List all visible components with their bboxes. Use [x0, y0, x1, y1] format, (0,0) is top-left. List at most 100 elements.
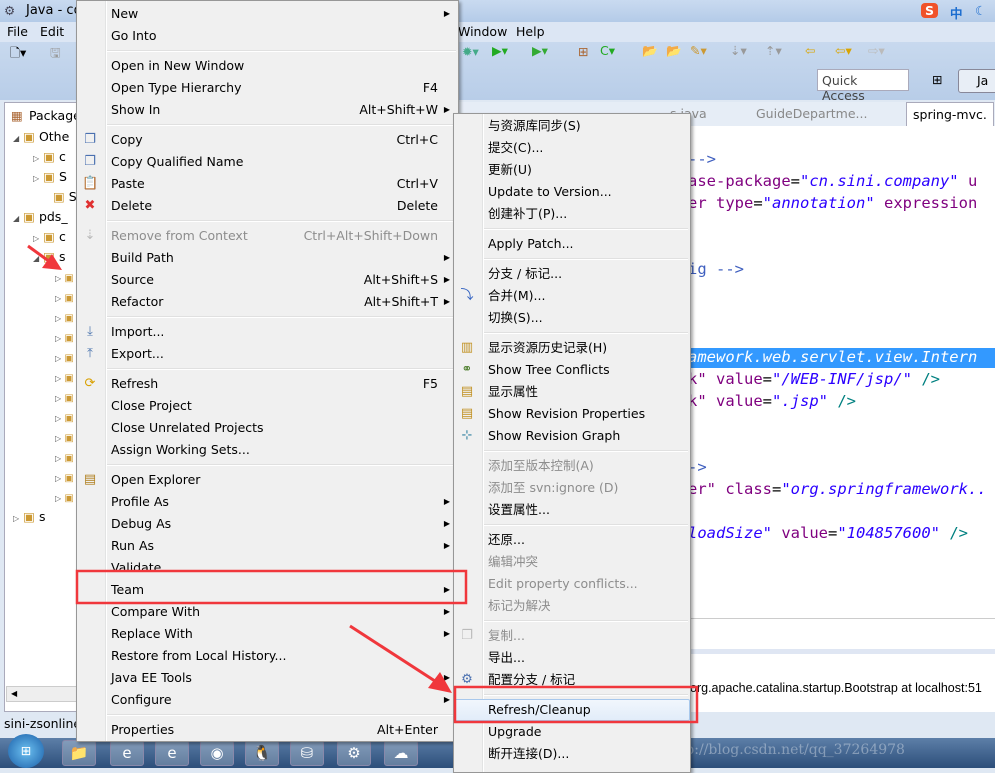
menu-item-item-8[interactable]: 分支 / 标记... — [454, 263, 690, 285]
menu-item-item-28[interactable]: 导出... — [454, 647, 690, 669]
run-icon[interactable]: ▶▾ — [492, 43, 508, 58]
sogou-ime-icon[interactable]: S — [921, 3, 939, 18]
tree-child-node[interactable]: ▷ ▣ — [55, 313, 74, 324]
expand-icon[interactable]: ◢ — [13, 134, 19, 143]
menu-item-item-14[interactable]: ▤ 显示属性 — [454, 381, 690, 403]
new-package-icon[interactable]: ⊞ — [578, 44, 588, 59]
tree-child-node[interactable]: ▷ ▣ — [55, 353, 74, 364]
menu-item-copy[interactable]: ❐ Copy Ctrl+C — [77, 129, 458, 151]
menu-item-item-22[interactable]: 还原... — [454, 529, 690, 551]
menu-item-s[interactable]: 与资源库同步(S) — [454, 115, 690, 137]
menu-item-open-in-new-window[interactable]: Open in New Window — [77, 55, 458, 77]
menu-item-properties[interactable]: Properties Alt+Enter — [77, 719, 458, 741]
menu-item-run-as[interactable]: Run As ▶ — [77, 535, 458, 557]
menu-item-new[interactable]: New ▶ — [77, 3, 458, 25]
expand-icon[interactable]: ▷ — [33, 154, 39, 163]
new-icon[interactable]: 🗋▾ — [10, 44, 26, 65]
taskbar-cloud[interactable]: ☁ — [384, 740, 418, 766]
menu-item-debug-as[interactable]: Debug As ▶ — [77, 513, 458, 535]
save-icon[interactable]: 🖫 — [50, 44, 61, 65]
menu-item-show-revision-graph[interactable]: ⊹ Show Revision Graph — [454, 425, 690, 447]
last-edit-icon[interactable]: ⇦ — [805, 43, 815, 58]
tab-guide-department[interactable]: GuideDepartme... — [756, 106, 867, 121]
tree-item[interactable]: ◢ ▣ s — [33, 249, 65, 264]
taskbar-eclipse[interactable]: ◉ — [200, 740, 234, 766]
menu-item-restore-from-local-history[interactable]: Restore from Local History... — [77, 645, 458, 667]
menu-item-p[interactable]: 创建补丁(P)... — [454, 203, 690, 225]
menu-item-profile-as[interactable]: Profile As ▶ — [77, 491, 458, 513]
menu-item-upgrade[interactable]: Upgrade — [454, 721, 690, 743]
menu-item-team[interactable]: Team ▶ — [77, 579, 458, 601]
menu-item-a[interactable]: 添加至版本控制(A) — [454, 455, 690, 477]
menu-item-m[interactable]: ⤵ 合并(M)... — [454, 285, 690, 307]
menu-item-c[interactable]: 提交(C)... — [454, 137, 690, 159]
menu-item-compare-with[interactable]: Compare With ▶ — [77, 601, 458, 623]
search-icon[interactable]: ✎▾ — [690, 43, 707, 58]
expand-icon[interactable]: ▷ — [33, 174, 39, 183]
menu-item-open-type-hierarchy[interactable]: Open Type Hierarchy F4 — [77, 77, 458, 99]
quick-access-input[interactable]: Quick Access — [817, 69, 909, 103]
menu-item-source[interactable]: Source Alt+Shift+S ▶ — [77, 269, 458, 291]
menu-item-item-25[interactable]: 标记为解决 — [454, 595, 690, 617]
tree-child-node[interactable]: ▷ ▣ — [55, 493, 74, 504]
tree-item[interactable]: ▷ ▣ c — [33, 149, 66, 164]
menu-file[interactable]: File — [7, 24, 28, 39]
prev-annotation-icon[interactable]: ⇡▾ — [765, 43, 782, 58]
tree-child-node[interactable]: ▷ ▣ — [55, 293, 74, 304]
tree-item[interactable]: ▷ ▣ c — [33, 229, 66, 244]
tree-item[interactable]: ▣ S — [53, 189, 77, 204]
tree-child-node[interactable]: ▷ ▣ — [55, 333, 74, 344]
expand-icon[interactable]: ◢ — [33, 254, 39, 263]
menu-item-remove-from-context[interactable]: ⇣ Remove from Context Ctrl+Alt+Shift+Down — [77, 225, 458, 247]
menu-item-item-27[interactable]: ❐ 复制... — [454, 625, 690, 647]
menu-item-assign-working-sets[interactable]: Assign Working Sets... — [77, 439, 458, 461]
menu-item-configure[interactable]: Configure ▶ — [77, 689, 458, 711]
menu-item-show-revision-properties[interactable]: ▤ Show Revision Properties — [454, 403, 690, 425]
menu-edit[interactable]: Edit — [40, 24, 64, 39]
expand-icon[interactable]: ▷ — [13, 514, 19, 523]
menu-item-u[interactable]: 更新(U) — [454, 159, 690, 181]
menu-item-import[interactable]: ⤓ Import... — [77, 321, 458, 343]
menu-item-refresh-cleanup[interactable]: Refresh/Cleanup — [454, 699, 690, 721]
tree-child-node[interactable]: ▷ ▣ — [55, 393, 74, 404]
menu-item-go-into[interactable]: Go Into — [77, 25, 458, 47]
menu-item-show-in[interactable]: Show In Alt+Shift+W ▶ — [77, 99, 458, 121]
tree-child-node[interactable]: ▷ ▣ — [55, 373, 74, 384]
tree-child-node[interactable]: ▷ ▣ — [55, 473, 74, 484]
menu-item-export[interactable]: ⤒ Export... — [77, 343, 458, 365]
menu-help[interactable]: Help — [516, 24, 545, 39]
tree-child-node[interactable]: ▷ ▣ — [55, 453, 74, 464]
menu-item-svn-ignore-d[interactable]: 添加至 svn:ignore (D) — [454, 477, 690, 499]
next-annotation-icon[interactable]: ⇣▾ — [730, 43, 747, 58]
menu-item-close-project[interactable]: Close Project — [77, 395, 458, 417]
tree-child-node[interactable]: ▷ ▣ — [55, 413, 74, 424]
menu-item-show-tree-conflicts[interactable]: ⚭ Show Tree Conflicts — [454, 359, 690, 381]
menu-item-open-explorer[interactable]: ▤ Open Explorer — [77, 469, 458, 491]
back-icon[interactable]: ⇦▾ — [835, 43, 852, 58]
java-perspective-button[interactable]: Ja — [958, 69, 995, 93]
menu-item-item-23[interactable]: 编辑冲突 — [454, 551, 690, 573]
open-resource-icon[interactable]: 📂 — [666, 43, 682, 59]
menu-item-h[interactable]: ▥ 显示资源历史记录(H) — [454, 337, 690, 359]
selected-code-line[interactable]: amework.web.servlet.view.Intern — [688, 348, 995, 368]
open-type-icon[interactable]: 📂 — [642, 43, 658, 59]
taskbar-db[interactable]: ⛁ — [290, 740, 324, 766]
menu-item-paste[interactable]: 📋 Paste Ctrl+V — [77, 173, 458, 195]
taskbar-browser[interactable]: e — [155, 740, 189, 766]
menu-item-apply-patch[interactable]: Apply Patch... — [454, 233, 690, 255]
moon-icon[interactable]: ☾ — [975, 3, 986, 18]
tab-spring-mvc[interactable]: spring-mvc. — [906, 102, 994, 126]
menu-item-copy-qualified-name[interactable]: ❐ Copy Qualified Name — [77, 151, 458, 173]
tree-item[interactable]: ◢ ▣ pds_ — [13, 209, 68, 224]
menu-item-replace-with[interactable]: Replace With ▶ — [77, 623, 458, 645]
menu-item-build-path[interactable]: Build Path ▶ — [77, 247, 458, 269]
taskbar-explorer[interactable]: 📁 — [62, 740, 96, 766]
menu-item-item-29[interactable]: ⚙ 配置分支 / 标记 — [454, 669, 690, 691]
menu-item-java-ee-tools[interactable]: Java EE Tools ▶ — [77, 667, 458, 689]
menu-window[interactable]: Window — [458, 24, 507, 39]
tree-item[interactable]: ▷ ▣ S — [33, 169, 67, 184]
menu-item-refactor[interactable]: Refactor Alt+Shift+T ▶ — [77, 291, 458, 313]
menu-item-s[interactable]: 切换(S)... — [454, 307, 690, 329]
open-perspective-icon[interactable]: ⊞ — [932, 72, 942, 87]
new-class-icon[interactable]: C▾ — [600, 43, 615, 58]
